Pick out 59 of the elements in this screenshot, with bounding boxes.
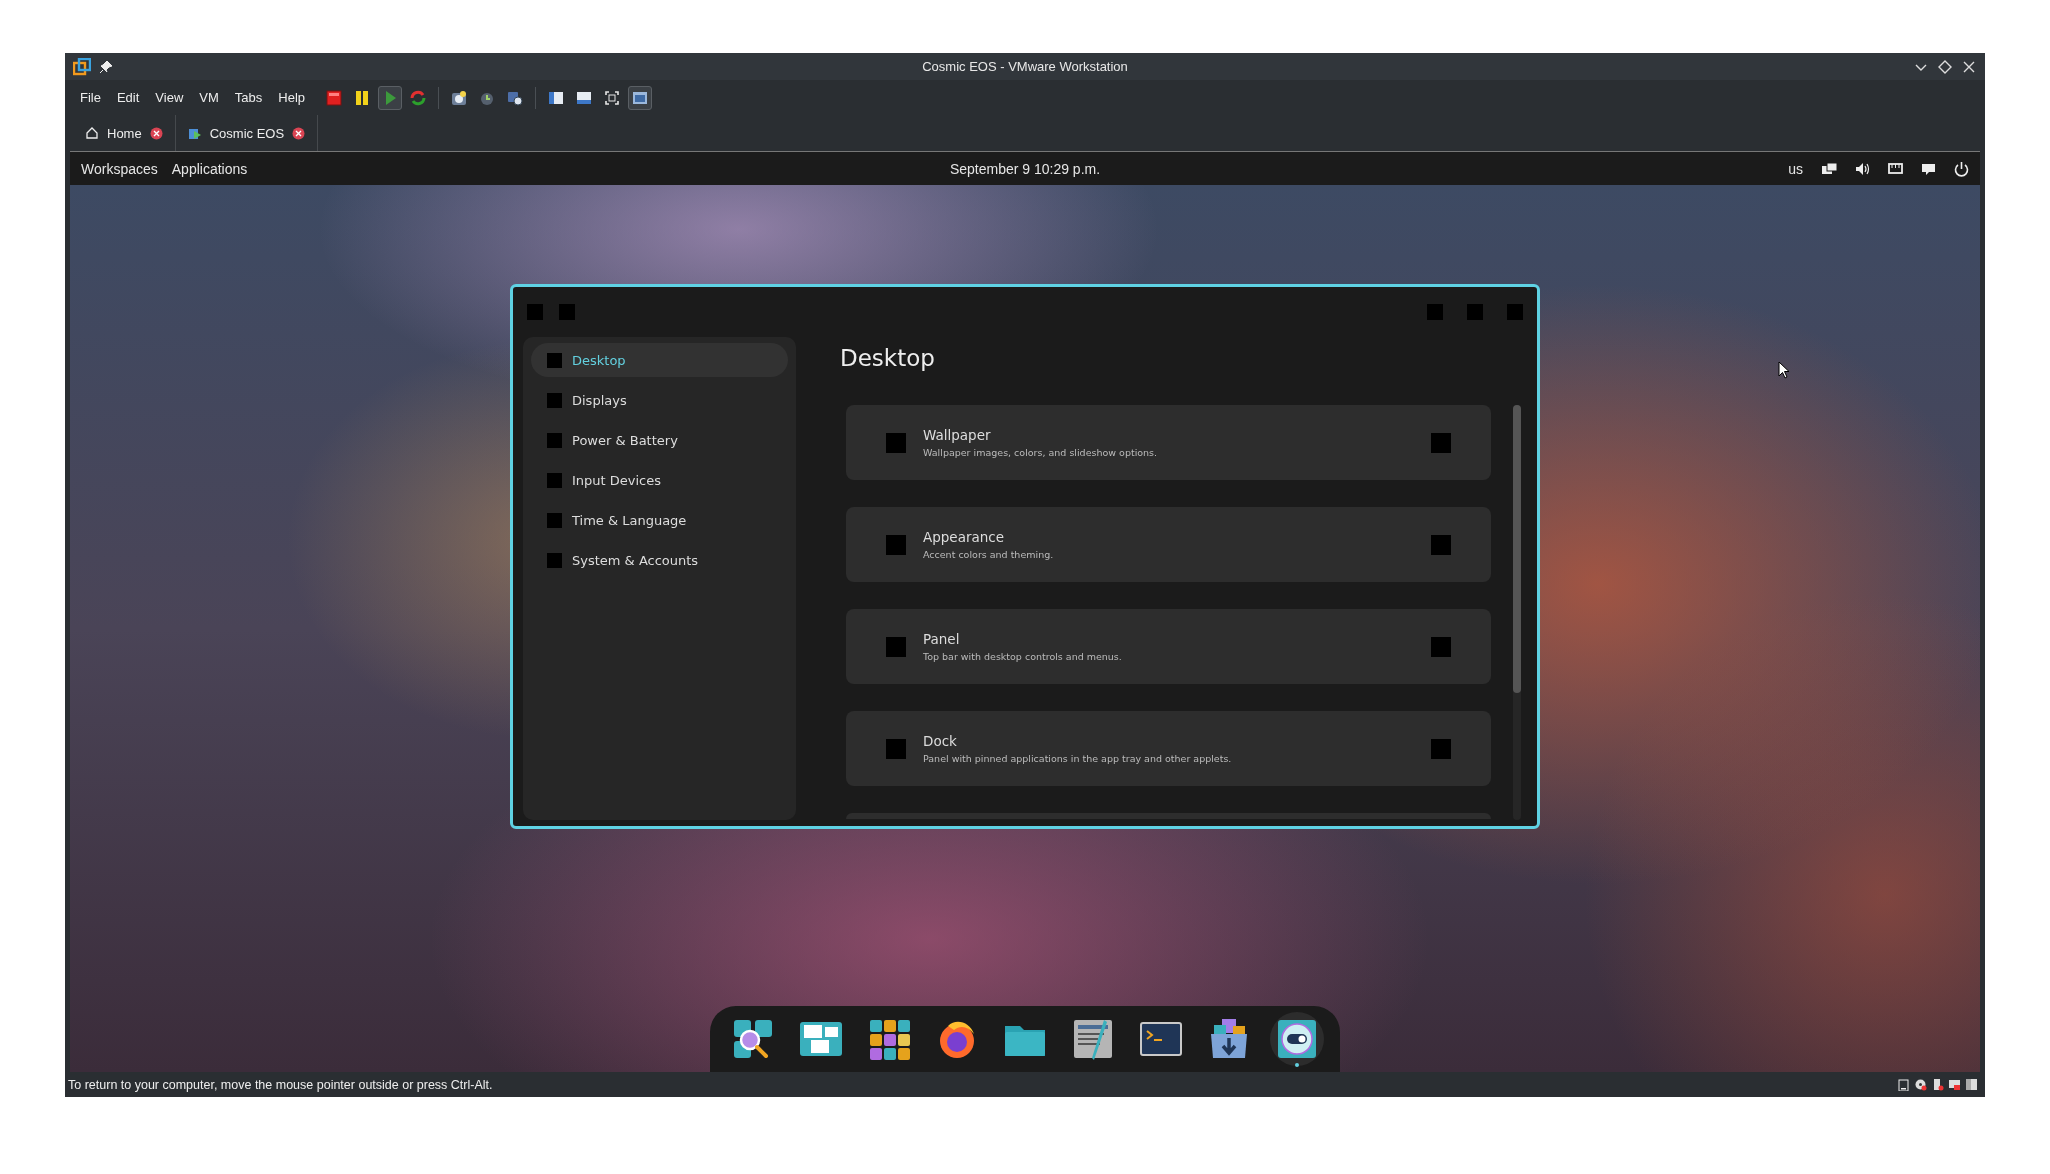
- square-icon: [1431, 534, 1451, 555]
- menu-item[interactable]: File: [73, 87, 108, 108]
- settings-card[interactable]: Appearance Accent colors and theming.: [846, 507, 1491, 582]
- toolbar-button[interactable]: [628, 85, 653, 110]
- display-icon[interactable]: [1821, 160, 1838, 177]
- menu-item[interactable]: VM: [192, 87, 226, 108]
- panel-menu[interactable]: Applications: [164, 156, 255, 181]
- sidebar-item[interactable]: Input Devices: [531, 463, 788, 497]
- scrollbar[interactable]: [1513, 405, 1521, 820]
- square-icon: [1431, 636, 1451, 657]
- power-icon[interactable]: [1953, 160, 1970, 177]
- square-icon: [886, 636, 906, 657]
- vm-icon: [187, 126, 202, 140]
- square-icon: [886, 432, 906, 453]
- square-icon: [547, 432, 562, 448]
- square-icon: [547, 552, 562, 568]
- square-icon: [1431, 738, 1451, 759]
- page-heading: Desktop: [840, 345, 936, 373]
- status-message: To return to your computer, move the mouse pointer outside or press Ctrl-Alt.: [68, 1077, 494, 1092]
- fullscreen-icon: [603, 88, 622, 107]
- usb-icon[interactable]: [1931, 1078, 1944, 1091]
- settings-card[interactable]: Wallpaper Wallpaper images, colors, and slideshow options.: [846, 405, 1491, 480]
- drive-icon[interactable]: [1897, 1078, 1910, 1091]
- window-title: Cosmic EOS - VMware Workstation: [922, 59, 1128, 74]
- sidebar-item[interactable]: Power & Battery: [531, 423, 788, 457]
- square-icon: [547, 472, 562, 488]
- close-icon[interactable]: [149, 126, 163, 140]
- home-icon: [85, 126, 99, 140]
- sidebar-item[interactable]: System & Accounts: [531, 543, 788, 577]
- square-icon: [547, 352, 562, 368]
- sidebar-item[interactable]: Desktop: [531, 343, 788, 377]
- sidebar-item[interactable]: Time & Language: [531, 503, 788, 537]
- square-icon: [886, 534, 906, 555]
- menu-item[interactable]: Tabs: [227, 87, 270, 108]
- sidebar-item[interactable]: Displays: [531, 383, 788, 417]
- app-logo-icon: [73, 57, 91, 76]
- network-icon[interactable]: [1948, 1078, 1961, 1091]
- settings-card[interactable]: Panel Top bar with desktop controls and menus.: [846, 609, 1491, 684]
- menu-item[interactable]: Edit: [109, 87, 147, 108]
- maximize-icon[interactable]: [1937, 58, 1953, 75]
- square-icon: [547, 392, 562, 408]
- scrollbar-thumb[interactable]: [1513, 405, 1521, 693]
- keyboard-layout[interactable]: us: [1786, 156, 1805, 181]
- settings-card[interactable]: Dock Panel with pinned applications in the app tray and other applets.: [846, 711, 1491, 786]
- menu-item[interactable]: View: [148, 87, 191, 108]
- stop-icon: [325, 88, 344, 107]
- panel-menu[interactable]: Workspaces: [74, 156, 165, 181]
- clock[interactable]: September 9 10:29 p.m.: [942, 156, 1108, 181]
- disc-icon[interactable]: [1914, 1078, 1927, 1091]
- network-icon[interactable]: [1887, 160, 1904, 177]
- refresh-icon: [409, 88, 428, 107]
- square-icon: [547, 512, 562, 528]
- square-icon: [1431, 432, 1451, 453]
- running-indicator: [1295, 1063, 1299, 1067]
- menu-item[interactable]: Help: [271, 87, 313, 108]
- close-icon[interactable]: [292, 126, 306, 140]
- square-icon: [886, 738, 906, 759]
- mouse-cursor-icon: [1778, 361, 1790, 379]
- pin-icon[interactable]: [99, 59, 113, 74]
